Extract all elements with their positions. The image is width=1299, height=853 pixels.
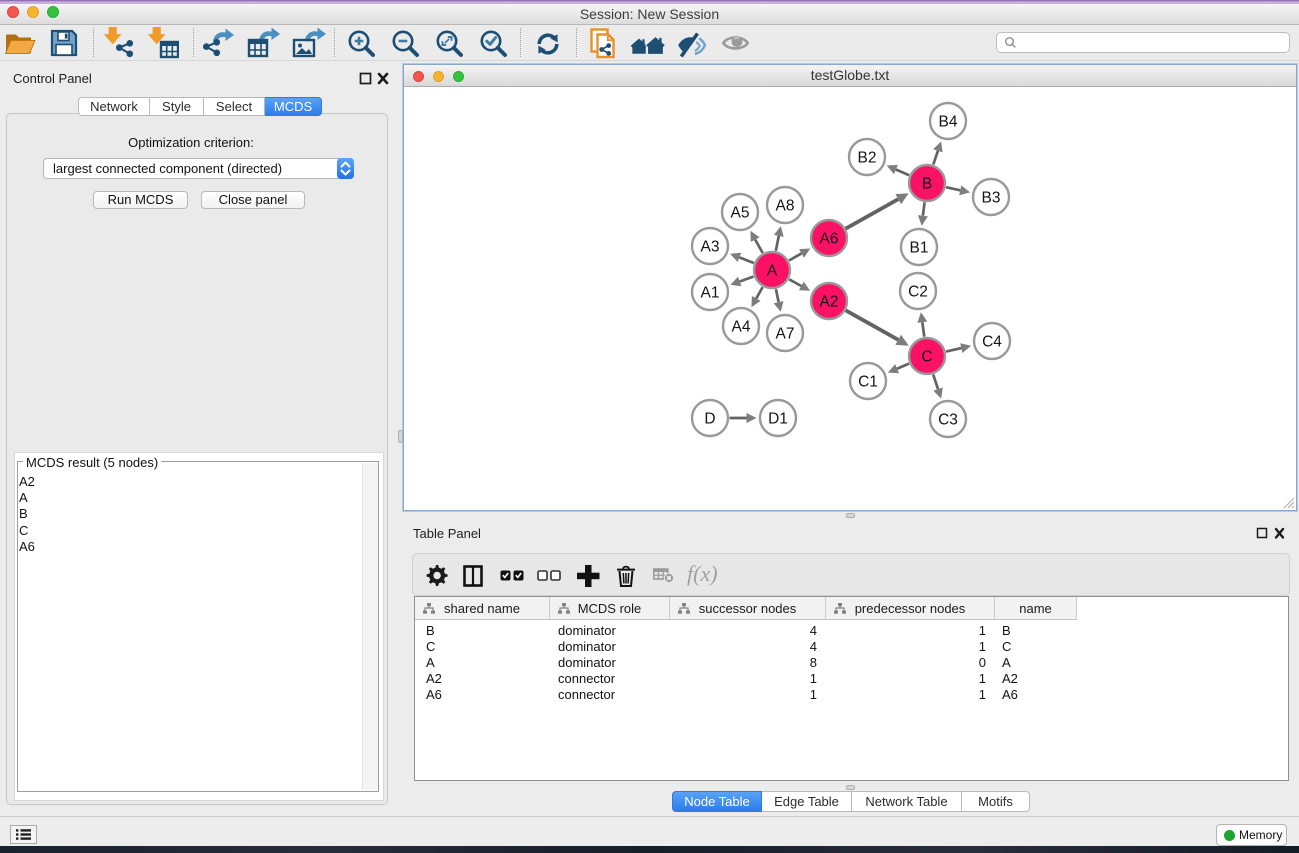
svg-text:A5: A5 <box>731 205 750 222</box>
svg-text:B2: B2 <box>858 150 877 167</box>
svg-text:A1: A1 <box>701 285 720 302</box>
svg-text:A3: A3 <box>701 239 720 256</box>
svg-text:A2: A2 <box>820 294 839 311</box>
svg-text:B1: B1 <box>910 240 929 257</box>
svg-text:D1: D1 <box>768 411 788 428</box>
svg-text:C1: C1 <box>858 374 878 391</box>
svg-text:D: D <box>704 411 715 428</box>
svg-text:C3: C3 <box>938 412 958 429</box>
svg-text:A6: A6 <box>820 231 839 248</box>
svg-text:A7: A7 <box>776 326 795 343</box>
svg-text:A8: A8 <box>776 198 795 215</box>
svg-text:B3: B3 <box>982 190 1001 207</box>
svg-text:C4: C4 <box>982 334 1002 351</box>
svg-text:C2: C2 <box>908 284 928 301</box>
svg-text:C: C <box>921 349 932 366</box>
svg-text:A: A <box>767 263 778 280</box>
svg-text:B4: B4 <box>939 114 958 131</box>
svg-text:A4: A4 <box>732 319 751 336</box>
svg-text:B: B <box>922 176 932 193</box>
